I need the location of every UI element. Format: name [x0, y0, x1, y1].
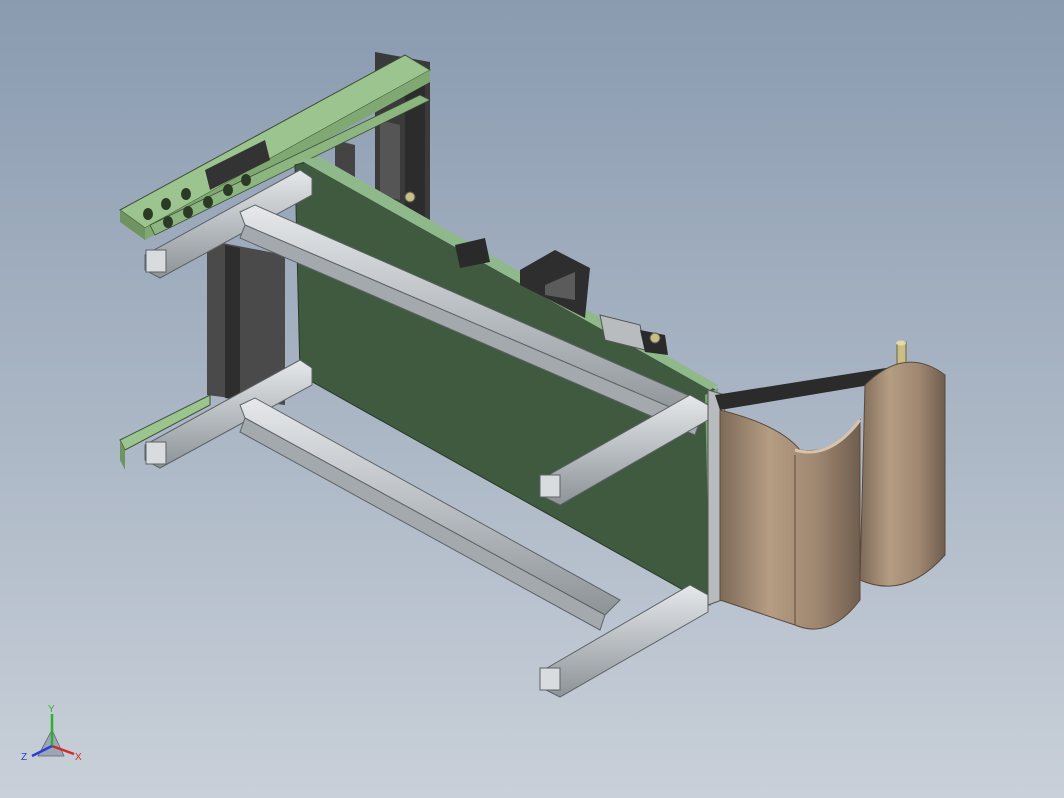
y-axis-label: Y [48, 704, 55, 715]
z-axis-label: Z [21, 752, 27, 763]
model-view[interactable] [0, 0, 1064, 798]
x-axis-label: X [75, 752, 82, 763]
orientation-triad: X Y Z [21, 704, 82, 763]
graphics-viewport[interactable]: X Y Z [0, 0, 1064, 798]
